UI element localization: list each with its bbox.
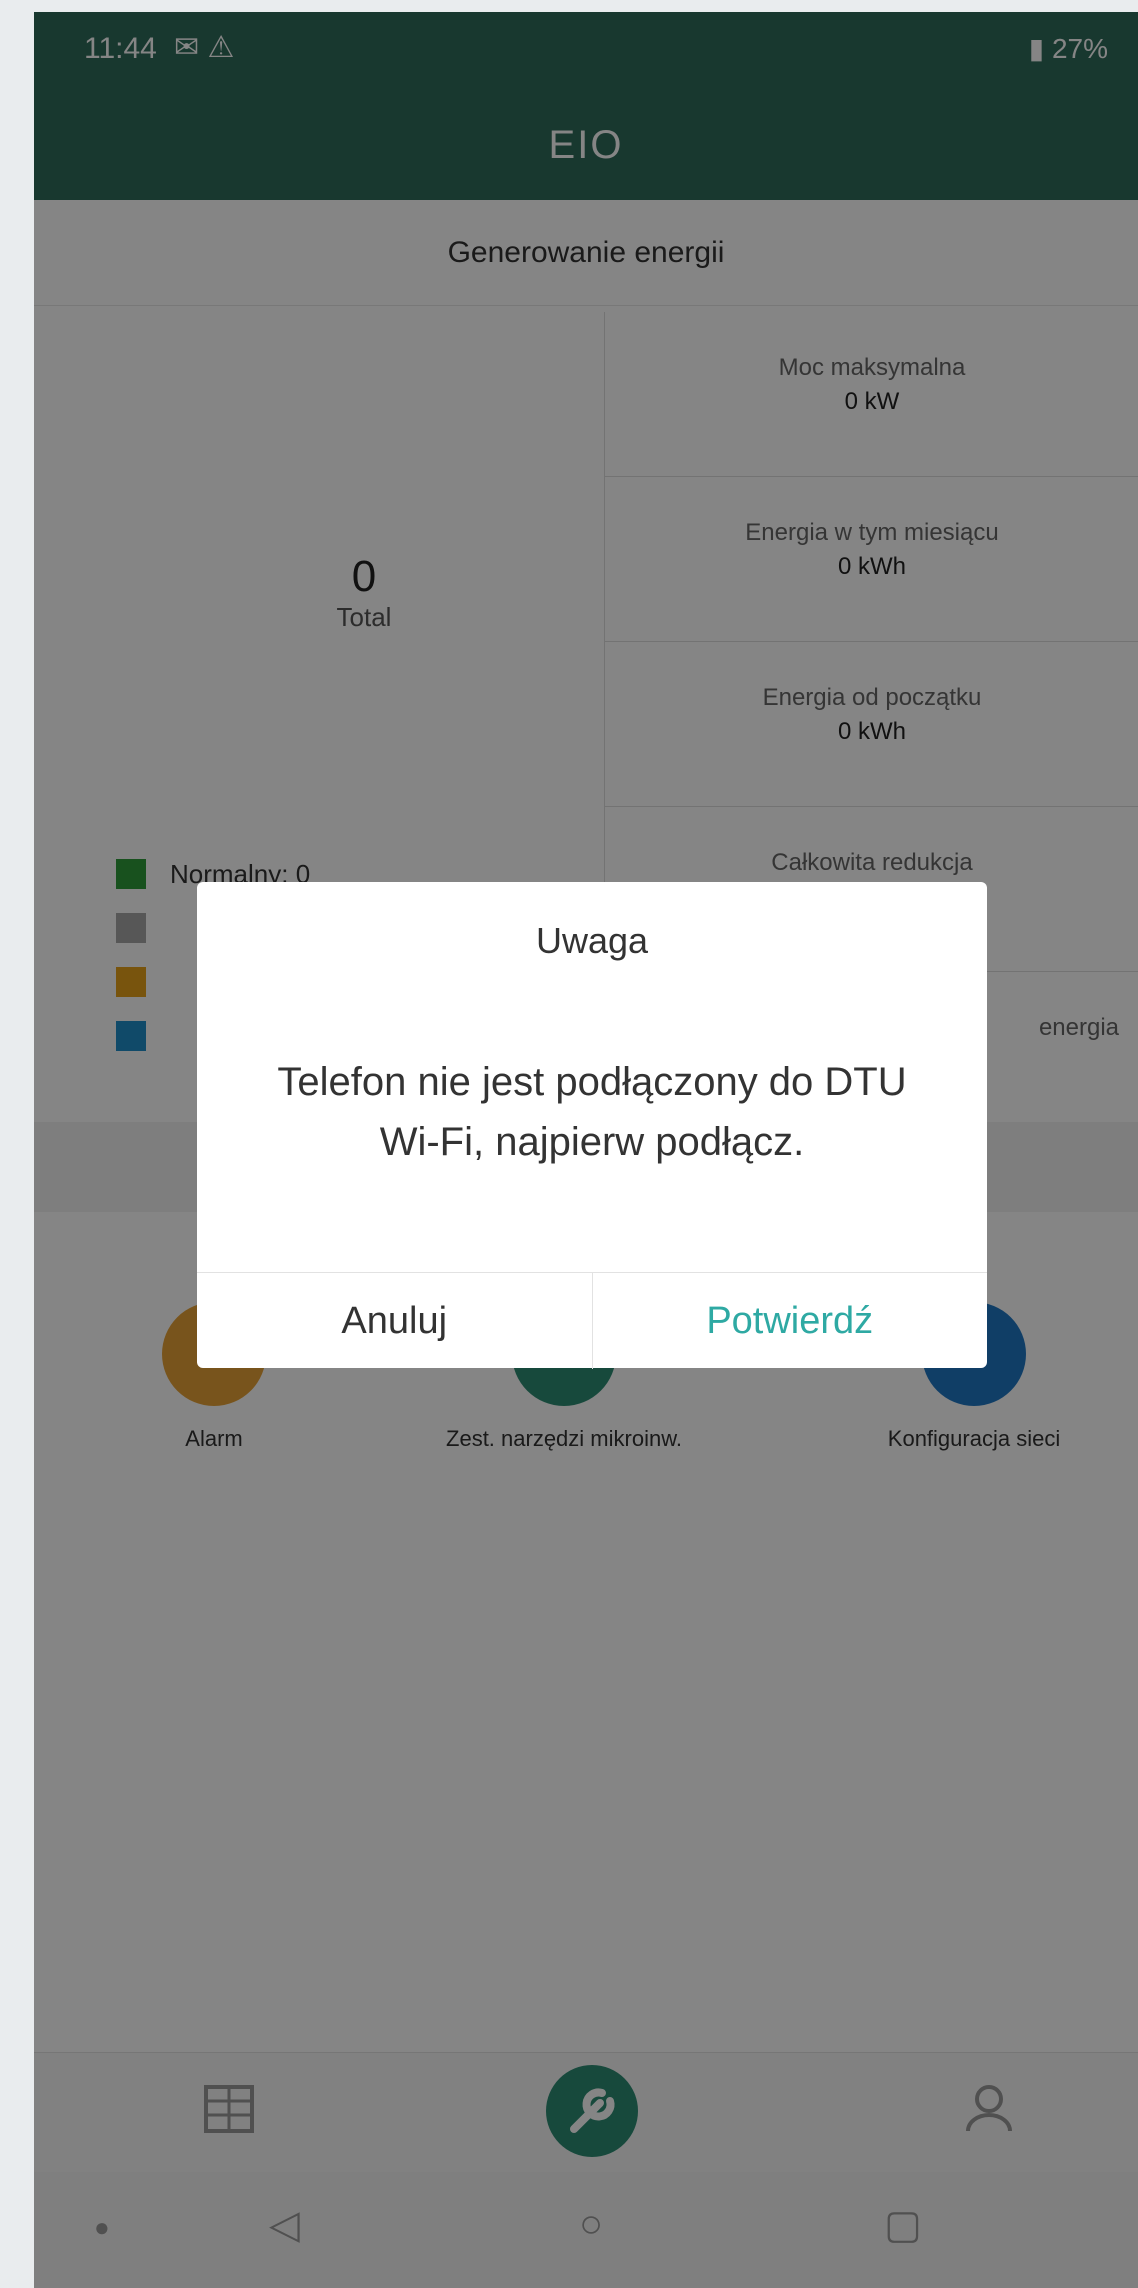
dialog-buttons: Anuluj Potwierdź <box>197 1272 987 1369</box>
confirm-button[interactable]: Potwierdź <box>593 1273 988 1369</box>
alert-dialog: Uwaga Telefon nie jest podłączony do DTU… <box>197 882 987 1369</box>
dialog-title: Uwaga <box>535 920 649 961</box>
dialog-message: Telefon nie jest podłączony do DTU Wi-Fi… <box>277 1060 907 1164</box>
cancel-button[interactable]: Anuluj <box>197 1273 593 1369</box>
app-screen: 11:44 ✉ ⚠ ▮ 27% EIO Generowanie energii … <box>34 12 1138 2288</box>
